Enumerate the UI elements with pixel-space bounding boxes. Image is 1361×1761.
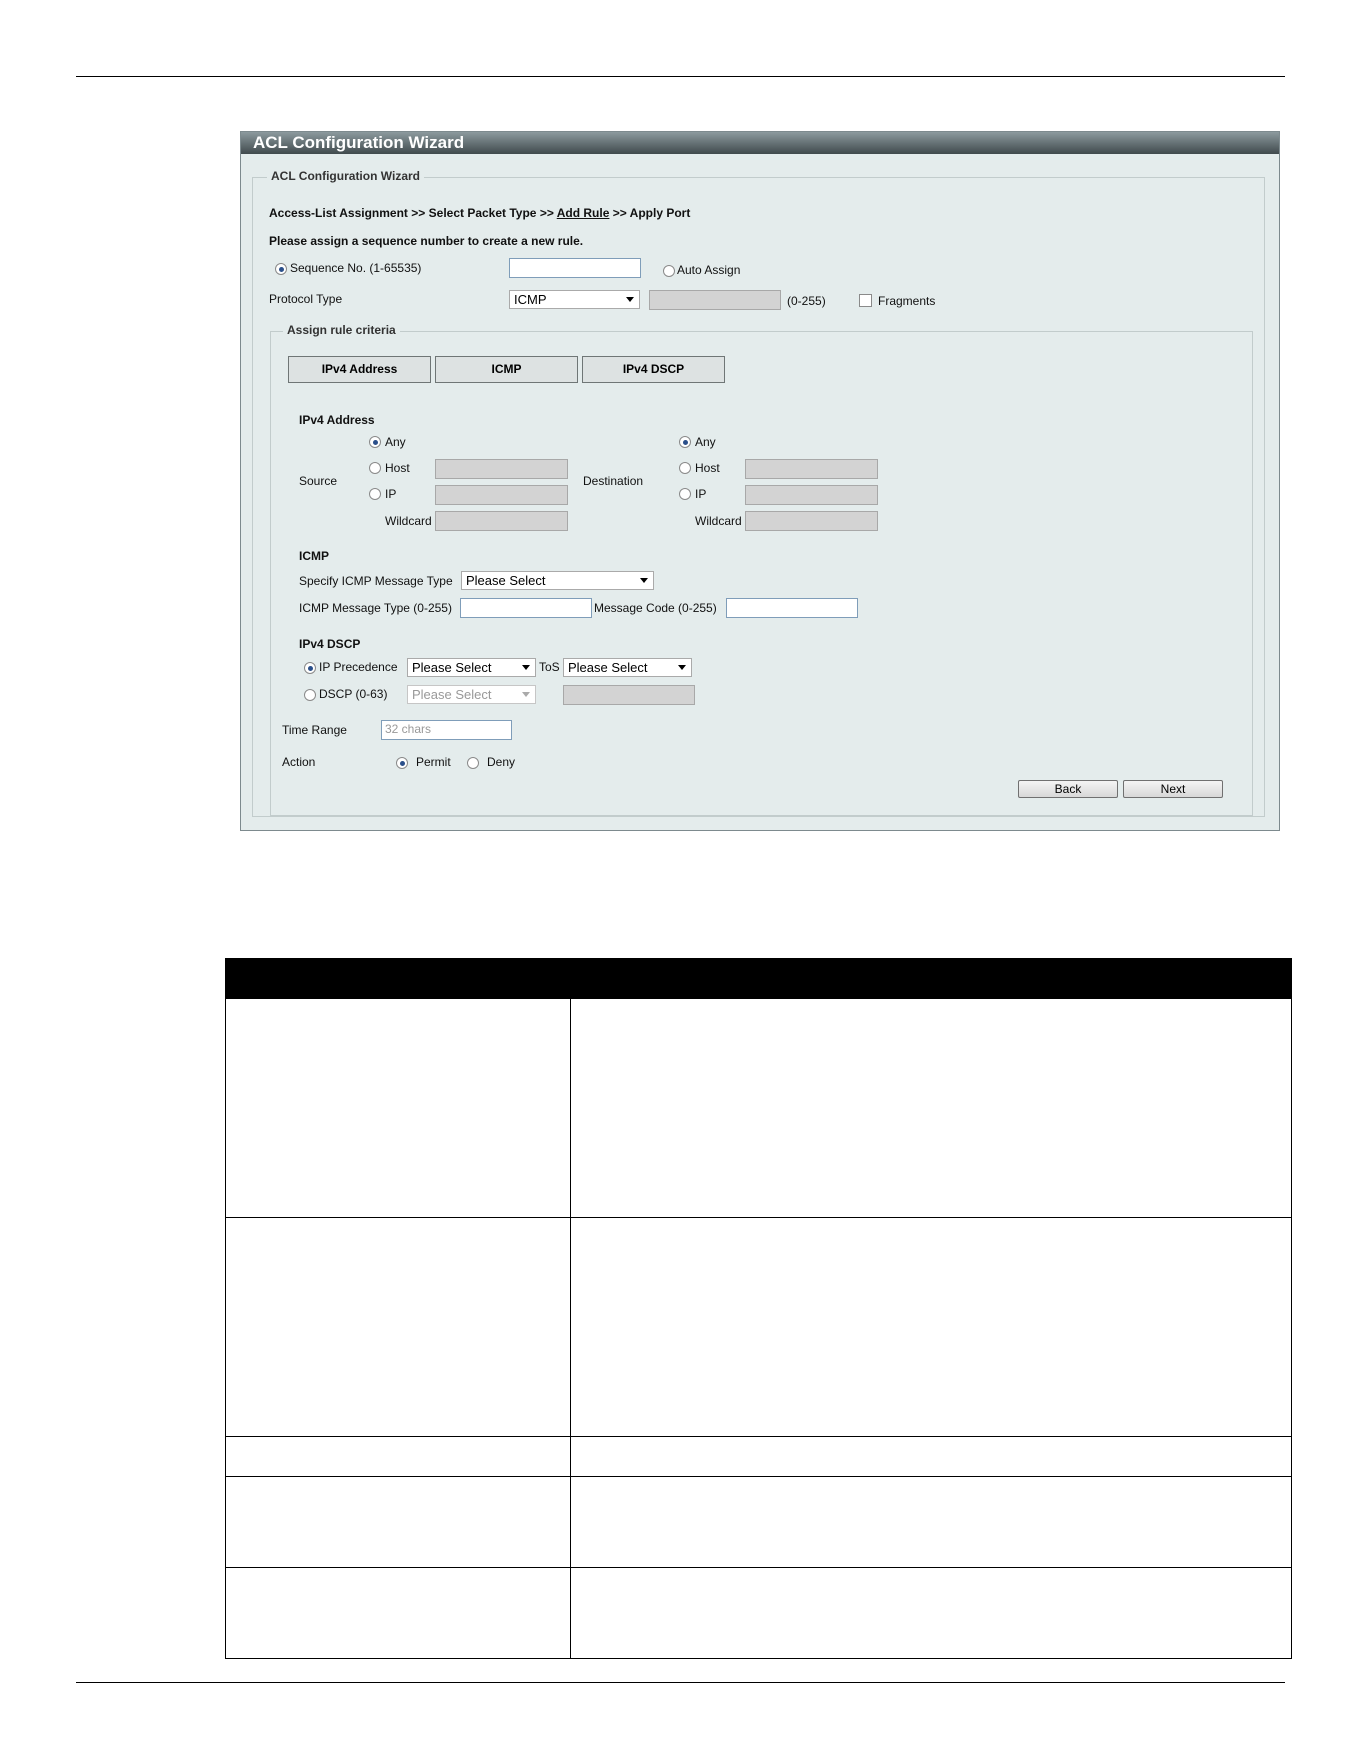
ipv4-address-heading: IPv4 Address <box>299 413 375 427</box>
destination-any-radio[interactable] <box>679 436 691 448</box>
header-rule <box>76 76 1285 77</box>
ip-precedence-select[interactable]: Please Select <box>407 658 536 677</box>
rule-criteria-legend: Assign rule criteria <box>283 323 400 337</box>
destination-host-radio[interactable] <box>679 462 691 474</box>
table-row <box>225 998 571 1218</box>
footer-rule <box>76 1682 1285 1683</box>
time-range-input[interactable]: 32 chars <box>381 720 512 740</box>
icmp-message-type-select[interactable]: Please Select <box>461 571 654 590</box>
icmp-type-input[interactable] <box>460 598 592 618</box>
icmp-code-input[interactable] <box>726 598 858 618</box>
table-row <box>570 998 1292 1218</box>
icmp-heading: ICMP <box>299 549 329 563</box>
sequence-input[interactable] <box>509 258 641 278</box>
action-label: Action <box>282 755 316 769</box>
wizard-fieldset-legend: ACL Configuration Wizard <box>267 169 424 183</box>
destination-wildcard-label: Wildcard <box>695 514 742 528</box>
source-host-radio[interactable] <box>369 462 381 474</box>
destination-ip-label: IP <box>695 487 707 501</box>
back-button[interactable]: Back <box>1018 780 1118 798</box>
fragments-checkbox[interactable] <box>859 294 872 307</box>
dscp-label: DSCP (0-63) <box>319 687 388 701</box>
destination-label: Destination <box>583 474 644 488</box>
destination-ip-radio[interactable] <box>679 488 691 500</box>
breadcrumb-step-apply-port: Apply Port <box>629 206 691 220</box>
ipv4-dscp-heading: IPv4 DSCP <box>299 637 361 651</box>
icmp-specify-label: Specify ICMP Message Type <box>299 574 453 588</box>
ip-precedence-label: IP Precedence <box>319 660 398 674</box>
chevron-down-icon <box>522 692 530 697</box>
table-row <box>225 1567 571 1659</box>
source-ip-input <box>435 485 568 505</box>
tab-ipv4-address[interactable]: IPv4 Address <box>288 356 431 383</box>
chevron-down-icon <box>522 665 530 670</box>
source-ip-radio[interactable] <box>369 488 381 500</box>
destination-host-input <box>745 459 878 479</box>
action-permit-label: Permit <box>416 755 451 769</box>
table-header-parameter <box>225 958 571 999</box>
source-host-label: Host <box>385 461 410 475</box>
table-header-description <box>570 958 1292 999</box>
table-row <box>225 1217 571 1437</box>
action-permit-radio[interactable] <box>396 757 408 769</box>
destination-any-label: Any <box>695 435 716 449</box>
breadcrumb-step-assignment: Access-List Assignment <box>269 206 408 220</box>
protocol-type-select[interactable]: ICMP <box>509 290 640 309</box>
source-wildcard-input <box>435 511 568 531</box>
sequence-radio[interactable] <box>275 263 287 275</box>
parameter-table <box>225 958 1292 1659</box>
auto-assign-radio[interactable] <box>663 265 675 277</box>
table-row <box>225 1436 571 1477</box>
dscp-value-input <box>563 685 695 705</box>
auto-assign-label: Auto Assign <box>677 263 741 277</box>
icmp-code-label: Message Code (0-255) <box>594 601 717 615</box>
ip-precedence-radio[interactable] <box>304 662 316 674</box>
tab-icmp[interactable]: ICMP <box>435 356 578 383</box>
protocol-type-label: Protocol Type <box>269 292 343 306</box>
fragments-label: Fragments <box>878 294 936 308</box>
destination-wildcard-input <box>745 511 878 531</box>
acl-wizard-panel: ACL Configuration Wizard ACL Configurati… <box>240 131 1280 831</box>
protocol-id-input <box>649 290 781 310</box>
breadcrumb: Access-List Assignment >> Select Packet … <box>269 206 691 220</box>
sequence-label: Sequence No. (1-65535) <box>290 261 422 275</box>
next-button[interactable]: Next <box>1123 780 1223 798</box>
table-row <box>570 1567 1292 1659</box>
dscp-radio[interactable] <box>304 689 316 701</box>
source-any-radio[interactable] <box>369 436 381 448</box>
dscp-select: Please Select <box>407 685 536 704</box>
chevron-down-icon <box>640 578 648 583</box>
breadcrumb-step-add-rule[interactable]: Add Rule <box>557 206 610 220</box>
chevron-down-icon <box>626 297 634 302</box>
tab-ipv4-dscp[interactable]: IPv4 DSCP <box>582 356 725 383</box>
time-range-label: Time Range <box>282 723 347 737</box>
table-row <box>570 1476 1292 1568</box>
table-row <box>570 1436 1292 1477</box>
chevron-down-icon <box>678 665 686 670</box>
action-deny-label: Deny <box>487 755 516 769</box>
destination-ip-input <box>745 485 878 505</box>
breadcrumb-step-packet-type: Select Packet Type <box>428 206 537 220</box>
source-ip-label: IP <box>385 487 397 501</box>
wizard-titlebar: ACL Configuration Wizard <box>241 132 1279 154</box>
protocol-range-label: (0-255) <box>787 294 826 308</box>
rule-criteria-fieldset: Assign rule criteria IPv4 Address ICMP I… <box>270 323 1253 816</box>
source-wildcard-label: Wildcard <box>385 514 432 528</box>
table-row <box>225 1476 571 1568</box>
source-any-label: Any <box>385 435 406 449</box>
source-host-input <box>435 459 568 479</box>
source-label: Source <box>299 474 338 488</box>
tos-select[interactable]: Please Select <box>563 658 692 677</box>
action-deny-radio[interactable] <box>467 757 479 769</box>
icmp-type-label: ICMP Message Type (0-255) <box>299 601 452 615</box>
instruction-text: Please assign a sequence number to creat… <box>269 234 584 248</box>
table-row <box>570 1217 1292 1437</box>
destination-host-label: Host <box>695 461 720 475</box>
tos-label: ToS <box>539 660 560 674</box>
wizard-fieldset: ACL Configuration Wizard Access-List Ass… <box>252 169 1265 817</box>
